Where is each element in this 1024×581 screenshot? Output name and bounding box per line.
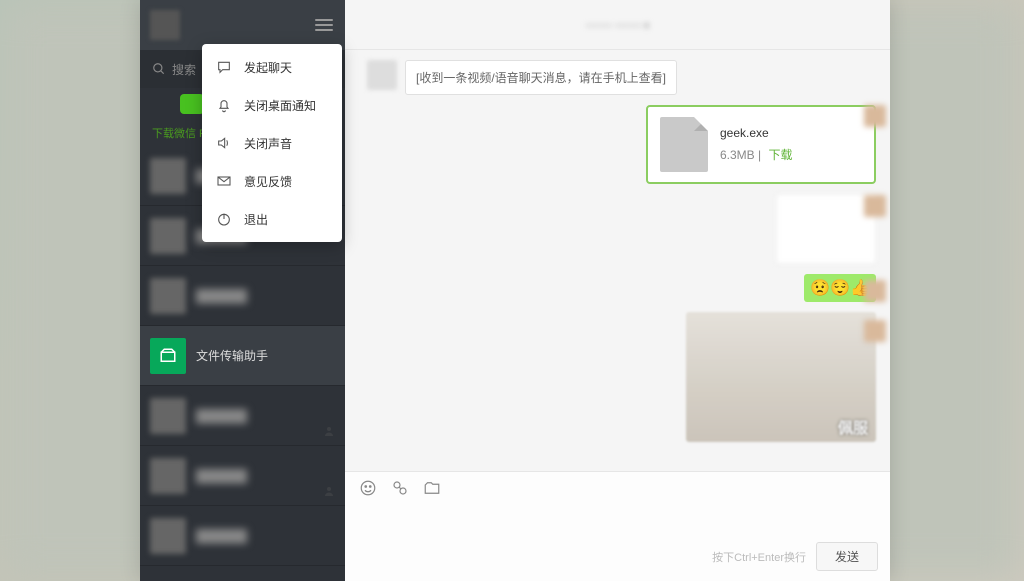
system-message: [收到一条视频/语音聊天消息，请在手机上查看] [405, 60, 677, 95]
conversation-item[interactable]: ██████ [140, 506, 345, 566]
gif-image[interactable]: 佩服 [686, 312, 876, 442]
search-icon [152, 62, 166, 76]
message-outgoing-thumb [359, 194, 876, 264]
conversation-file-helper[interactable]: 文件传输助手 [140, 326, 345, 386]
file-helper-icon [150, 338, 186, 374]
send-hint: 按下Ctrl+Enter换行 [712, 549, 806, 565]
message-input-area: 按下Ctrl+Enter换行 发送 [345, 503, 890, 581]
contact-icon [323, 485, 335, 497]
chat-title[interactable]: —— —— [586, 17, 649, 32]
message-list: [收到一条视频/语音聊天消息，请在手机上查看] geek.exe 6.3MB |… [345, 50, 890, 471]
file-name: geek.exe [720, 126, 793, 140]
contact-icon [323, 425, 335, 437]
my-msg-avatar [864, 280, 886, 302]
file-icon [660, 117, 708, 172]
conversation-label: 文件传输助手 [196, 347, 268, 364]
conversation-item[interactable]: ██████ [140, 266, 345, 326]
wechat-bubble-icon [180, 94, 204, 114]
main-menu-dropdown: 发起聊天 关闭桌面通知 关闭声音 意见反馈 退出 [202, 44, 342, 242]
message-outgoing-file: geek.exe 6.3MB | 下载 [359, 105, 876, 184]
file-download-link[interactable]: 下载 [768, 148, 792, 162]
my-msg-avatar [864, 195, 886, 217]
sidebar: 搜索 下载微信 F ██████ ██████ ██████ 文件传输助手 ██… [140, 0, 345, 581]
conversation-item[interactable]: ██████ [140, 446, 345, 506]
emoji-picker-icon[interactable] [359, 479, 377, 497]
speaker-icon [216, 135, 232, 151]
chat-header: —— —— [345, 0, 890, 50]
sidebar-header [140, 0, 345, 50]
menu-exit[interactable]: 退出 [202, 200, 342, 238]
menu-disable-notifications[interactable]: 关闭桌面通知 [202, 86, 342, 124]
my-msg-avatar [864, 105, 886, 127]
my-msg-avatar [864, 320, 886, 342]
search-placeholder-text: 搜索 [172, 61, 196, 78]
conversation-item[interactable]: ██████ [140, 386, 345, 446]
message-outgoing-gif: 佩服 [359, 312, 876, 442]
screenshot-icon[interactable] [391, 479, 409, 497]
menu-mute[interactable]: 关闭声音 [202, 124, 342, 162]
chat-panel: —— —— [收到一条视频/语音聊天消息，请在手机上查看] geek.exe 6… [345, 0, 890, 581]
file-attachment[interactable]: geek.exe 6.3MB | 下载 [646, 105, 876, 184]
message-incoming: [收到一条视频/语音聊天消息，请在手机上查看] [359, 60, 876, 95]
mail-icon [216, 173, 232, 189]
sender-avatar[interactable] [367, 60, 397, 90]
message-outgoing-emoji: 😟😌👍 [359, 274, 876, 302]
app-window: 搜索 下载微信 F ██████ ██████ ██████ 文件传输助手 ██… [140, 0, 890, 581]
send-button[interactable]: 发送 [816, 542, 878, 571]
menu-toggle[interactable] [313, 14, 335, 36]
outgoing-avatar-column [852, 50, 890, 471]
file-size: 6.3MB [720, 148, 755, 162]
my-avatar[interactable] [150, 10, 180, 40]
attach-file-icon[interactable] [423, 479, 441, 497]
power-icon [216, 211, 232, 227]
input-toolbar [345, 471, 890, 503]
menu-start-chat[interactable]: 发起聊天 [202, 48, 342, 86]
chat-bubble-icon [216, 59, 232, 75]
bell-icon [216, 97, 232, 113]
menu-feedback[interactable]: 意见反馈 [202, 162, 342, 200]
